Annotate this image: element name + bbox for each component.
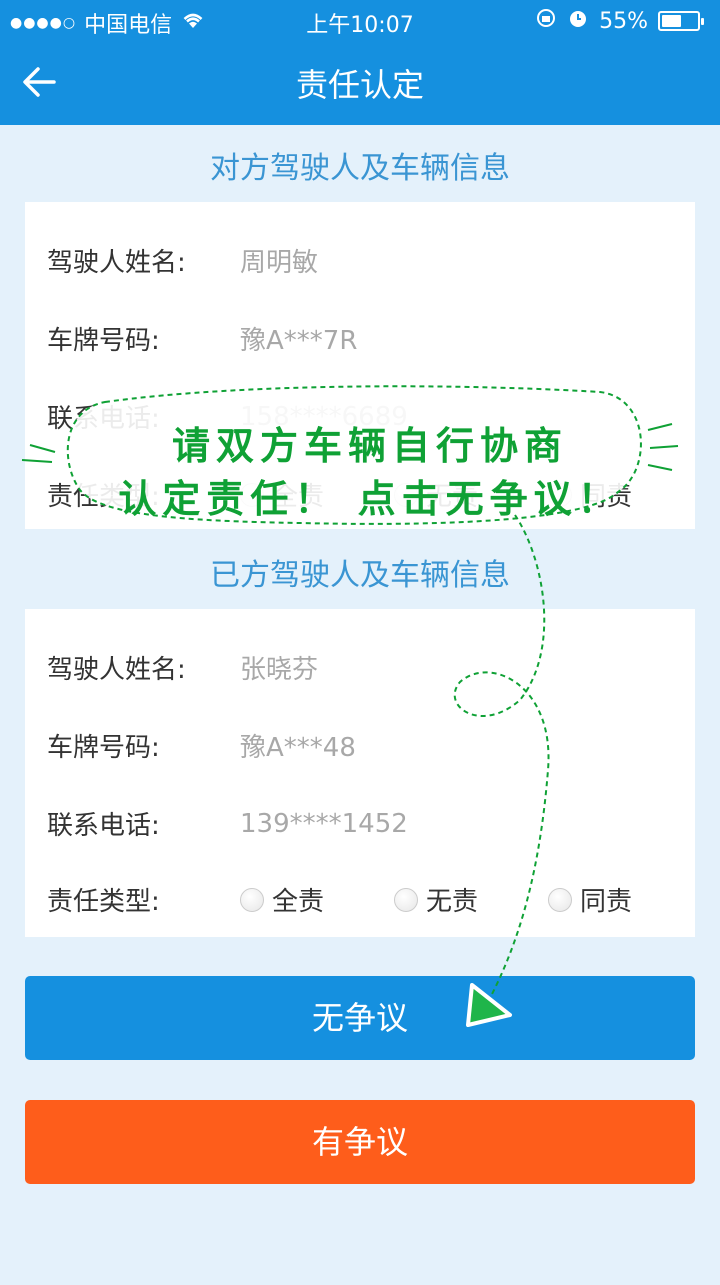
radio-label: 无责	[426, 887, 479, 917]
status-right: 55%	[535, 7, 704, 35]
own-radio-shared-liability[interactable]: 同责	[548, 881, 632, 918]
own-phone-row: 联系电话: 139****1452	[47, 805, 408, 842]
battery-percent: 55%	[599, 8, 648, 34]
radio-circle-icon	[548, 887, 573, 912]
battery-level-fill	[662, 15, 681, 27]
field-label: 车牌号码:	[47, 733, 160, 763]
radio-label: 同责	[580, 887, 633, 917]
battery-icon	[658, 11, 704, 31]
page-title: 责任认定	[295, 66, 424, 104]
dispute-button[interactable]: 有争议	[25, 1100, 695, 1184]
own-responsibility-radio-group: 全责 无责 同责	[240, 881, 632, 918]
field-label: 责任类型:	[47, 887, 160, 917]
own-party-card: 驾驶人姓名: 张晓芬 车牌号码: 豫A***48 联系电话: 139****14…	[25, 609, 695, 937]
own-radio-no-liability[interactable]: 无责	[394, 881, 478, 918]
other-party-section-title: 对方驾驶人及车辆信息	[210, 151, 510, 186]
radio-circle-icon	[394, 887, 419, 912]
own-driver-name-row: 驾驶人姓名: 张晓芬	[47, 649, 318, 686]
own-party-section-title: 已方驾驶人及车辆信息	[210, 558, 510, 593]
own-plate-row: 车牌号码: 豫A***48	[47, 727, 356, 764]
navigation-bar: 责任认定	[0, 40, 720, 125]
no-dispute-button[interactable]: 无争议	[25, 976, 695, 1060]
own-phone-value: 139****1452	[240, 808, 408, 839]
status-bar: ●●●●○ 中国电信 上午10:07 55%	[0, 0, 720, 40]
own-plate-value: 豫A***48	[240, 733, 356, 763]
field-label: 驾驶人姓名:	[47, 248, 186, 278]
annotation-text-line2: 认定责任！ 点击无争议！	[118, 477, 622, 521]
radio-label: 全责	[272, 887, 325, 917]
annotation-text-line1: 请双方车辆自行协商	[171, 424, 568, 468]
own-driver-name-value: 张晓芬	[240, 655, 319, 685]
rotation-lock-icon	[535, 7, 557, 35]
own-responsibility-row: 责任类型: 全责 无责 同责	[47, 881, 632, 918]
other-driver-name-row: 驾驶人姓名: 周明敏	[47, 242, 318, 279]
other-plate-value: 豫A***7R	[240, 326, 358, 356]
other-driver-name-value: 周明敏	[240, 248, 319, 278]
field-label: 联系电话:	[47, 811, 160, 841]
radio-circle-icon	[240, 887, 264, 912]
own-radio-full-liability[interactable]: 全责	[240, 881, 324, 918]
other-plate-row: 车牌号码: 豫A***7R	[47, 320, 357, 357]
field-label: 车牌号码:	[47, 326, 160, 356]
field-label: 驾驶人姓名:	[47, 655, 186, 685]
alarm-icon	[567, 7, 589, 35]
